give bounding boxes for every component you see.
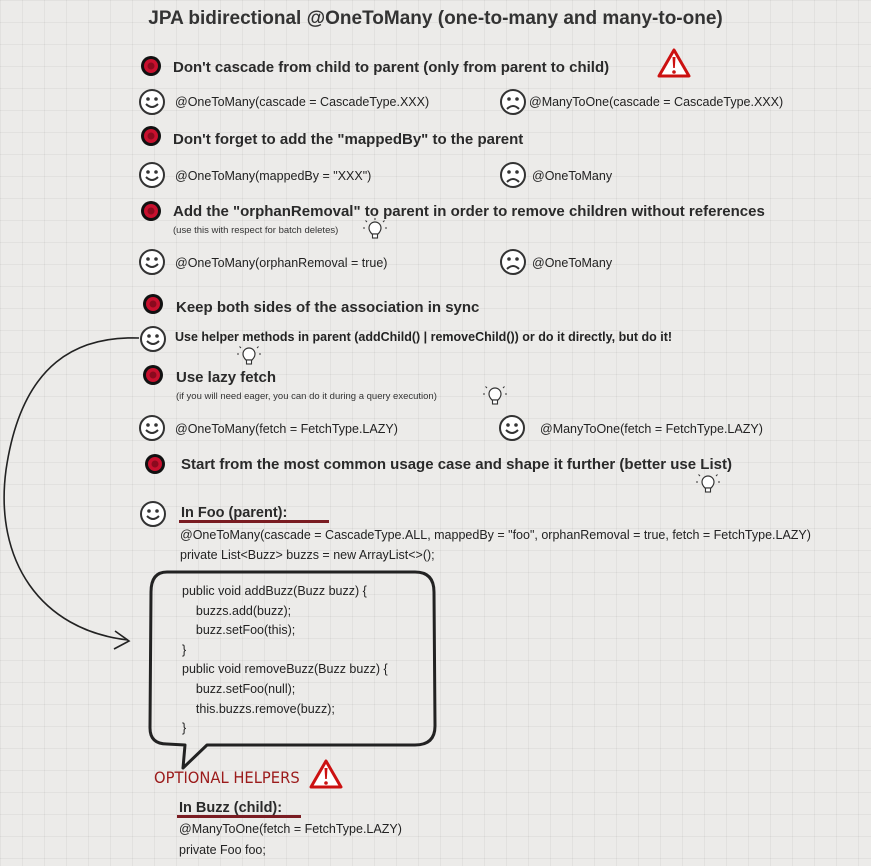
curved-arrow-icon	[3, 337, 140, 650]
child-annotation-line: @ManyToOne(fetch = FetchType.LAZY)	[179, 822, 402, 836]
child-field-line: private Foo foo;	[179, 843, 266, 857]
warning-triangle-icon	[309, 759, 343, 789]
optional-helpers-label: OPTIONAL HELPERS	[154, 768, 300, 787]
child-heading: In Buzz (child):	[179, 800, 283, 816]
child-underline	[177, 815, 301, 818]
